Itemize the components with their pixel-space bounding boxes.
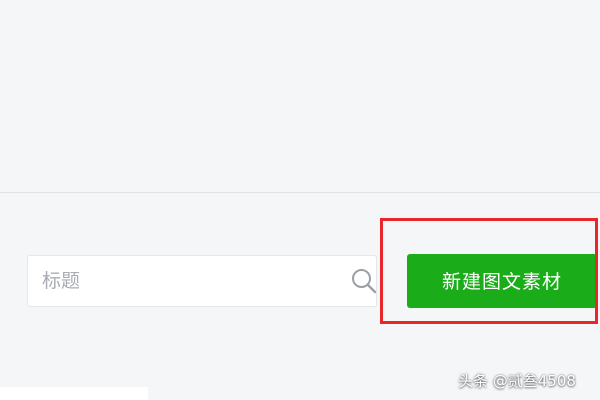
list-card-edge xyxy=(0,387,148,400)
title-search-input[interactable] xyxy=(42,256,342,306)
watermark-text: 头条 @贰叁4508 xyxy=(458,372,576,390)
content-header-area xyxy=(0,0,600,192)
new-article-material-button[interactable]: 新建图文素材 xyxy=(407,254,597,308)
search-icon[interactable] xyxy=(350,267,378,295)
title-search-box[interactable] xyxy=(27,255,377,307)
